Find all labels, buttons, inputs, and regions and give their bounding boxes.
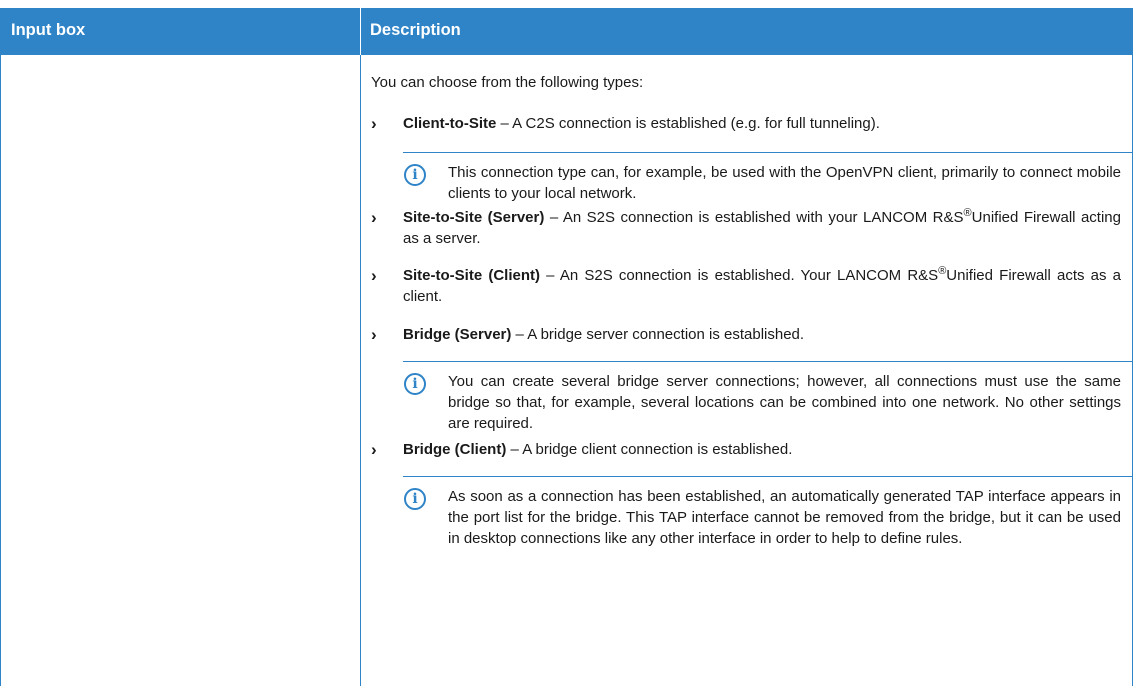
table-column-divider	[360, 55, 361, 686]
list-item-text: Client-to-Site – A C2S connection is est…	[403, 115, 880, 132]
header-separator	[360, 8, 361, 55]
note-text: You can create several bridge server con…	[448, 373, 1121, 432]
note-text: This connection type can, for example, b…	[448, 164, 1121, 202]
list-item-title: Site-to-Site (Client)	[403, 267, 540, 284]
note-rule	[403, 152, 1133, 153]
intro-text: You can choose from the following types:	[371, 74, 644, 91]
list-item-title: Site-to-Site (Server)	[403, 209, 545, 226]
list-item-title: Bridge (Server)	[403, 326, 512, 343]
parameter-table: Input box Description You can choose fro…	[0, 8, 1133, 686]
table-header: Input box Description	[0, 8, 1133, 55]
list-item-text: Bridge (Client) – A bridge client connec…	[403, 441, 793, 458]
list-item-text: Site-to-Site (Client) – An S2S connectio…	[403, 265, 1122, 306]
note-rule	[403, 476, 1133, 477]
header-input-box: Input box	[11, 21, 86, 39]
list-item-title: Client-to-Site	[403, 115, 497, 132]
chevron-right-icon: ›	[371, 114, 377, 133]
info-circle-icon: i	[404, 373, 426, 395]
list-item-text: Bridge (Server) – A bridge server connec…	[403, 326, 805, 343]
note-text: As soon as a connection has been establi…	[448, 488, 1121, 547]
list-item-title: Bridge (Client)	[403, 441, 507, 458]
chevron-right-icon: ›	[371, 325, 377, 344]
note-rule	[403, 361, 1133, 362]
table-border-left	[0, 55, 1, 686]
header-description: Description	[370, 21, 461, 39]
chevron-right-icon: ›	[371, 440, 377, 459]
list-item-text: Site-to-Site (Server) – An S2S connectio…	[403, 207, 1121, 248]
chevron-right-icon: ›	[371, 266, 377, 285]
info-circle-icon: i	[404, 164, 426, 186]
chevron-right-icon: ›	[371, 208, 377, 227]
info-circle-icon: i	[404, 488, 426, 510]
page: Input box Description You can choose fro…	[0, 0, 1133, 686]
